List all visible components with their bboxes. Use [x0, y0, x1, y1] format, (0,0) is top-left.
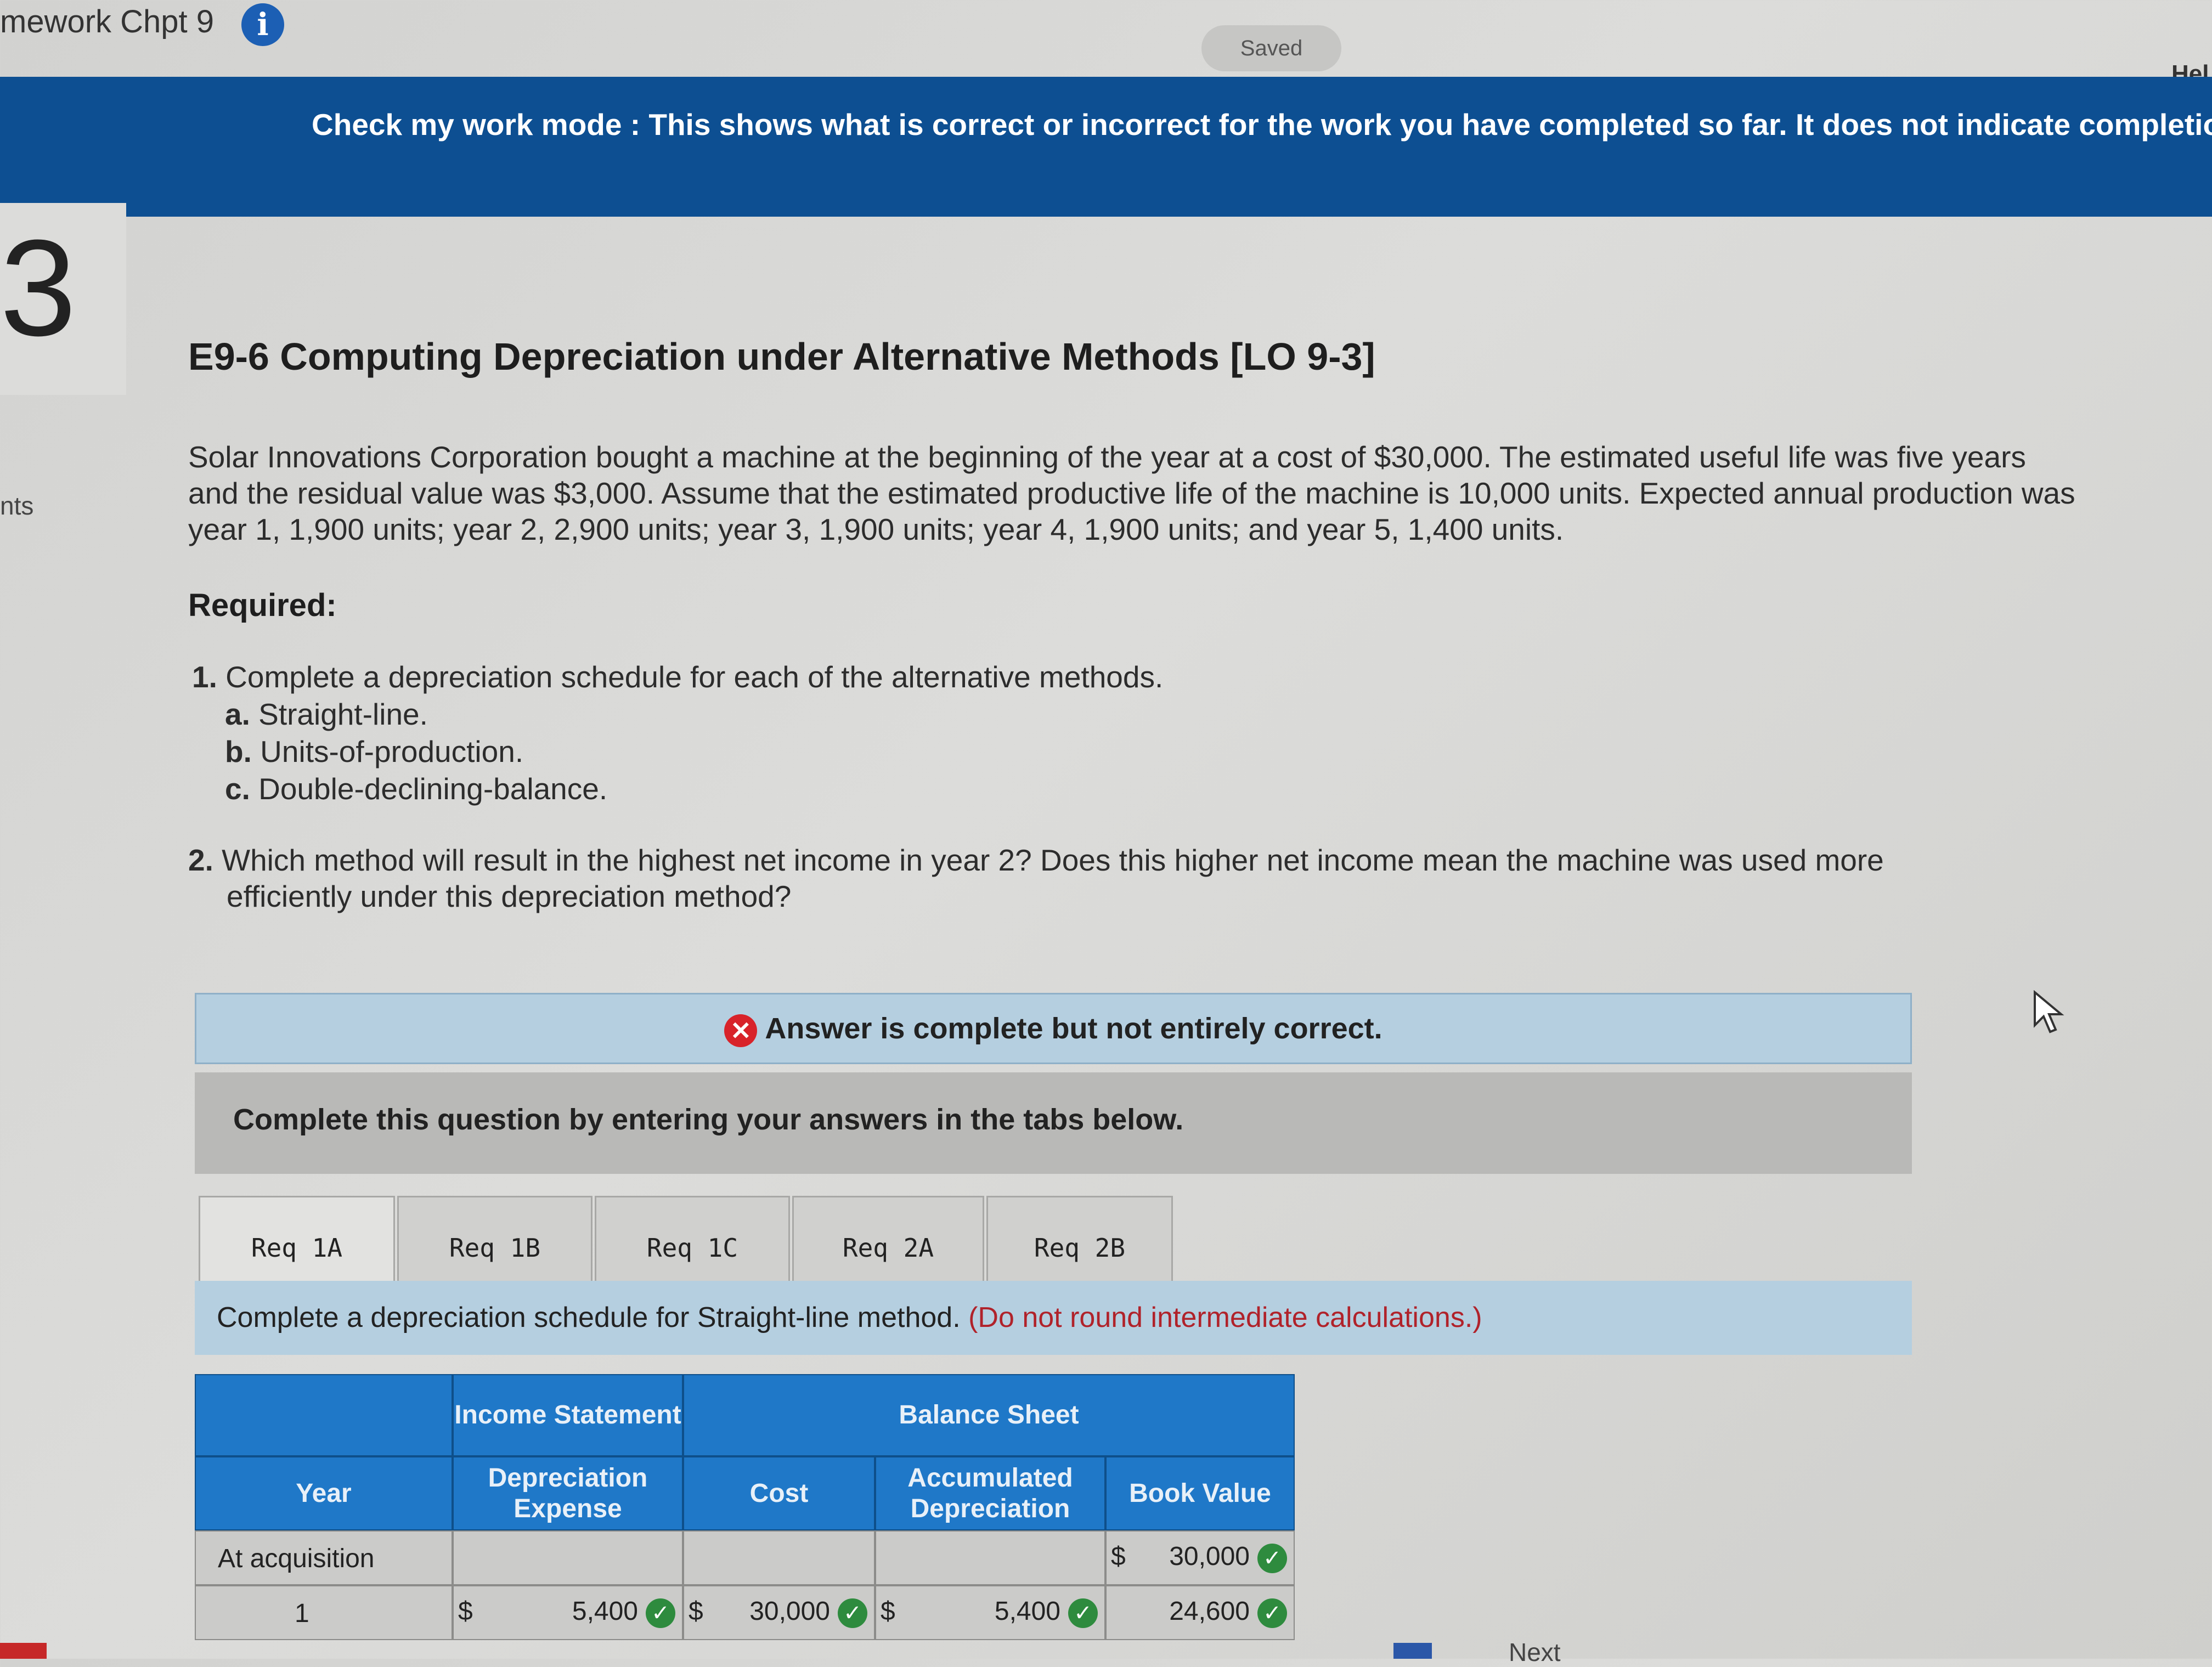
grid-icon[interactable] [1393, 1643, 1432, 1659]
req1c-letter: c. [225, 772, 250, 806]
accumulated-depreciation-cell [875, 1530, 1105, 1585]
tab-description-note: (Do not round intermediate calculations.… [968, 1302, 1482, 1333]
required-label: Required: [188, 587, 337, 623]
currency-symbol: $ [881, 1597, 895, 1626]
info-icon[interactable]: i [241, 3, 284, 46]
book-value-cell[interactable]: $ 30,000 ✓ [1105, 1530, 1295, 1585]
req2-line1: Which method will result in the highest … [222, 843, 1884, 877]
error-x-icon: ✕ [724, 1014, 758, 1047]
assignment-title: mework Chpt 9 [0, 4, 215, 39]
next-button[interactable]: Next [1509, 1637, 1561, 1667]
bottom-left-marker [0, 1643, 47, 1659]
year-label: 1 [295, 1599, 309, 1628]
answer-status-bar: ✕ Answer is complete but not entirely cor… [195, 993, 1912, 1064]
requirement-1: 1. Complete a depreciation schedule for … [192, 658, 1163, 807]
saved-status-badge: Saved [1201, 25, 1341, 71]
points-label: nts [0, 491, 34, 520]
depreciation-expense-input[interactable]: 5,400 [572, 1596, 638, 1626]
req1a-text: Straight-line. [258, 697, 428, 731]
depreciation-expense-cell [453, 1530, 683, 1585]
question-paragraph: Solar Innovations Corporation bought a m… [188, 440, 2075, 546]
mouse-cursor-icon [2034, 990, 2064, 1033]
req1c-text: Double-declining-balance. [258, 772, 608, 806]
req1-text: Complete a depreciation schedule for eac… [225, 660, 1164, 694]
book-value-cell[interactable]: 24,600 ✓ [1105, 1585, 1295, 1640]
req1a-letter: a. [225, 697, 250, 731]
header-cost: Cost [683, 1456, 875, 1530]
check-icon: ✓ [838, 1598, 867, 1628]
header-income-statement: Income Statement [453, 1374, 683, 1456]
check-icon: ✓ [1068, 1598, 1098, 1628]
book-value-input[interactable]: 30,000 [1169, 1541, 1250, 1572]
check-icon: ✓ [646, 1598, 675, 1628]
header-blank-cell [195, 1374, 453, 1456]
cost-cell [683, 1530, 875, 1585]
req1b-text: Units-of-production. [260, 734, 524, 768]
check-icon: ✓ [1257, 1598, 1287, 1628]
year-label: At acquisition [218, 1544, 375, 1573]
accumulated-depreciation-input[interactable]: 5,400 [995, 1596, 1060, 1626]
header-book-value: Book Value [1105, 1456, 1295, 1530]
requirement-2: 2. Which method will result in the highe… [188, 842, 1999, 914]
header-balance-sheet: Balance Sheet [683, 1374, 1295, 1456]
table-row-year: At acquisition [195, 1530, 453, 1585]
top-bar: mework Chpt 9 i Saved Hel [0, 0, 2212, 87]
table-row-year: 1 [195, 1585, 453, 1640]
book-value-input[interactable]: 24,600 [1169, 1596, 1250, 1626]
check-my-work-banner: Check my work mode : This shows what is … [0, 77, 2212, 217]
currency-symbol: $ [458, 1597, 473, 1626]
tab-description-text: Complete a depreciation schedule for Str… [217, 1302, 961, 1333]
question-number: 3 [0, 211, 77, 364]
cost-cell[interactable]: $ 30,000 ✓ [683, 1585, 875, 1640]
instructions-box: Complete this question by entering your … [195, 1072, 1912, 1174]
check-icon: ✓ [1257, 1544, 1287, 1573]
req1b-letter: b. [225, 734, 252, 768]
header-accumulated-depreciation: Accumulated Depreciation [875, 1456, 1105, 1530]
banner-text: Check my work mode : This shows what is … [312, 108, 2212, 142]
cost-input[interactable]: 30,000 [749, 1596, 830, 1626]
req2-line2: efficiently under this depreciation meth… [227, 879, 792, 913]
req1-number: 1. [192, 660, 217, 694]
header-depreciation-expense: Depreciation Expense [453, 1456, 683, 1530]
answer-status-message: Answer is complete but not entirely corr… [765, 1012, 1383, 1045]
req2-number: 2. [188, 843, 213, 877]
tab-description: Complete a depreciation schedule for Str… [195, 1281, 1912, 1355]
depreciation-expense-cell[interactable]: $ 5,400 ✓ [453, 1585, 683, 1640]
accumulated-depreciation-cell[interactable]: $ 5,400 ✓ [875, 1585, 1105, 1640]
question-title: E9-6 Computing Depreciation under Altern… [188, 335, 1375, 378]
currency-symbol: $ [1111, 1542, 1126, 1571]
currency-symbol: $ [689, 1597, 703, 1626]
instructions-text: Complete this question by entering your … [233, 1103, 1184, 1136]
header-year: Year [195, 1456, 453, 1530]
